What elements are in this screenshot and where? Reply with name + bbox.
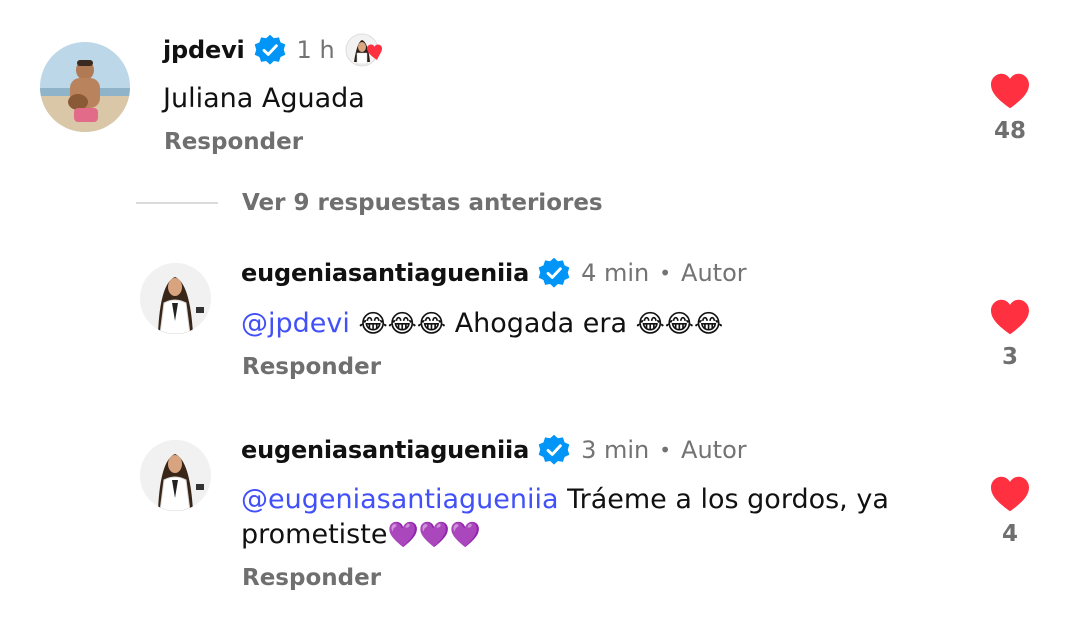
comment-header: eugeniasantiagueniia 4 min • Autor <box>241 256 747 290</box>
comment-text-line1: Tráeme a los gordos, ya <box>558 484 889 515</box>
mention-link[interactable]: @jpdevi <box>241 308 350 339</box>
mention-label: @jpdevi <box>241 308 350 339</box>
mention-label: @eugeniasantiagueniia <box>241 484 559 515</box>
emoji-tears-of-joy: 😂😂😂 <box>358 309 447 338</box>
verified-badge-icon <box>537 256 571 290</box>
username[interactable]: eugeniasantiagueniia <box>241 259 529 287</box>
comment-text-line2: prometiste <box>241 519 388 550</box>
author-badge: Autor <box>681 436 747 464</box>
like-count: 48 <box>993 118 1026 144</box>
comments-thread: jpdevi 1 h Juliana Aguada Responder 48 V… <box>0 0 1076 619</box>
emoji-tears-of-joy: 😂😂😂 <box>635 309 724 338</box>
comment-text: @eugeniasantiagueniia Tráeme a los gordo… <box>241 482 941 552</box>
separator-dot: • <box>659 261 672 285</box>
reply-button[interactable]: Responder <box>242 565 381 591</box>
divider <box>136 202 218 204</box>
mention-link[interactable]: @eugeniasantiagueniia <box>241 484 559 515</box>
like-column: 48 <box>985 72 1035 144</box>
comment-text-body: Ahogada era <box>446 308 636 339</box>
avatar[interactable] <box>140 263 211 334</box>
verified-badge-icon <box>253 33 287 67</box>
comment-header: eugeniasantiagueniia 3 min • Autor <box>241 433 747 467</box>
heart-filled-icon[interactable] <box>989 72 1031 110</box>
reply-button[interactable]: Responder <box>164 129 303 155</box>
avatar[interactable] <box>40 42 130 132</box>
heart-filled-icon[interactable] <box>989 298 1031 336</box>
verified-badge-icon <box>537 433 571 467</box>
comment-header: jpdevi 1 h <box>163 32 389 68</box>
author-badge: Autor <box>681 259 747 287</box>
like-column: 3 <box>985 298 1035 370</box>
like-count: 3 <box>1001 344 1018 370</box>
heart-filled-icon[interactable] <box>989 475 1031 513</box>
timestamp: 3 min <box>581 436 650 464</box>
comment-text: @jpdevi 😂😂😂 Ahogada era 😂😂😂 <box>241 306 723 341</box>
view-previous-replies-button[interactable]: Ver 9 respuestas anteriores <box>136 190 603 216</box>
username[interactable]: jpdevi <box>163 36 245 64</box>
view-previous-replies-label: Ver 9 respuestas anteriores <box>242 190 603 216</box>
like-column: 4 <box>985 475 1035 547</box>
liked-by-author-icon <box>345 32 389 68</box>
emoji-purple-hearts: 💜💜💜 <box>387 520 481 549</box>
username[interactable]: eugeniasantiagueniia <box>241 436 529 464</box>
reply-button[interactable]: Responder <box>242 354 381 380</box>
timestamp: 1 h <box>296 36 335 64</box>
timestamp: 4 min <box>581 259 650 287</box>
avatar[interactable] <box>140 440 211 511</box>
comment-text: Juliana Aguada <box>163 83 365 114</box>
like-count: 4 <box>1001 521 1018 547</box>
separator-dot: • <box>659 438 672 462</box>
